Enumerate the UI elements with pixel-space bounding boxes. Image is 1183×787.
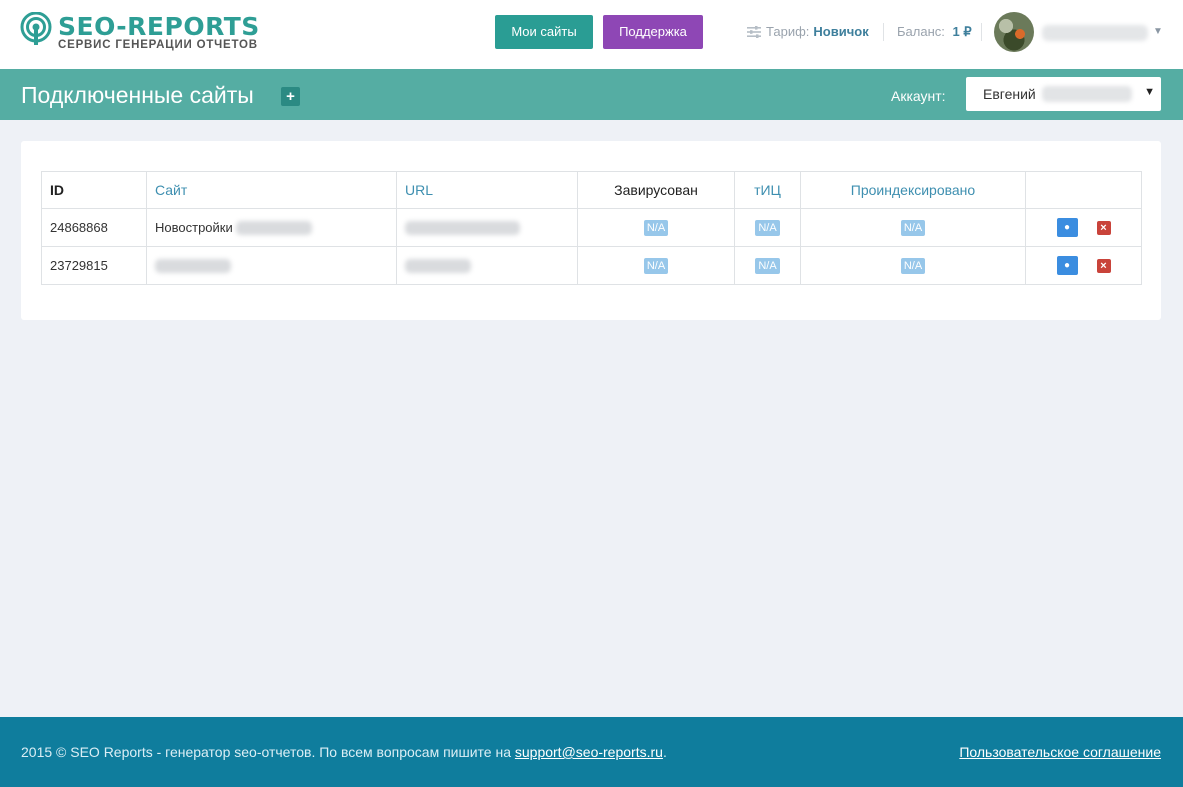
close-icon: ×: [1100, 259, 1107, 272]
na-badge: N/A: [900, 258, 926, 274]
eye-icon: ●: [1063, 260, 1071, 271]
row-infected: N/A: [577, 246, 735, 285]
footer: 2015 © SEO Reports - генератор seo-отчет…: [0, 717, 1183, 787]
view-button[interactable]: ●: [1056, 218, 1078, 237]
balance-value[interactable]: 1 ₽: [953, 24, 972, 39]
row-url: [396, 208, 578, 247]
page-title-bar: Подключенные сайты + Аккаунт: Евгений ▼: [0, 69, 1183, 120]
my-sites-button[interactable]: Мои сайты: [495, 15, 593, 49]
site-name-redacted: [155, 259, 231, 274]
terms-link[interactable]: Пользовательское соглашение: [959, 744, 1161, 760]
sliders-icon: [747, 25, 761, 38]
support-email-link[interactable]: support@seo-reports.ru: [515, 744, 663, 760]
divider: [883, 23, 884, 41]
column-header-tic[interactable]: тИЦ: [734, 171, 801, 209]
caret-down-icon: ▼: [1144, 86, 1155, 98]
column-header-site[interactable]: Сайт: [146, 171, 397, 209]
support-button[interactable]: Поддержка: [603, 15, 703, 49]
table-row: 24868868 Новостройки N/A N/A N/A ● ×: [41, 208, 1142, 247]
row-site: [146, 246, 397, 285]
period: .: [662, 744, 667, 760]
table-row: 23729815 N/A N/A N/A ● ×: [41, 246, 1142, 285]
delete-button[interactable]: ×: [1096, 258, 1111, 273]
avatar[interactable]: [994, 12, 1034, 52]
account-select-value: Евгений: [983, 86, 1036, 102]
logo[interactable]: SEO-REPORTS СЕРВИС ГЕНЕРАЦИИ ОТЧЕТОВ: [20, 12, 260, 51]
balance-info: Баланс: 1 ₽: [897, 24, 972, 40]
row-url: [396, 246, 578, 285]
close-icon: ×: [1100, 221, 1107, 234]
chevron-down-icon[interactable]: ▼: [1153, 26, 1163, 37]
sites-table: ID Сайт URL Завирусован тИЦ Проиндексиро…: [41, 171, 1142, 285]
column-header-infected: Завирусован: [577, 171, 735, 209]
table-header-row: ID Сайт URL Завирусован тИЦ Проиндексиро…: [41, 171, 1142, 209]
divider: [981, 23, 982, 41]
na-badge: N/A: [643, 258, 669, 274]
copyright-text: 2015 © SEO Reports - генератор seo-отчет…: [21, 744, 515, 760]
site-name-redacted: [235, 221, 312, 236]
na-badge: N/A: [755, 258, 780, 274]
na-badge: N/A: [755, 220, 780, 236]
row-id: 23729815: [41, 246, 147, 285]
url-redacted: [405, 259, 471, 274]
eye-icon: ●: [1063, 222, 1071, 233]
site-name: Новостройки: [155, 219, 233, 235]
column-header-actions: [1025, 171, 1142, 209]
user-name-redacted[interactable]: [1042, 25, 1148, 41]
row-infected: N/A: [577, 208, 735, 247]
balance-label: Баланс:: [897, 24, 945, 39]
account-label: Аккаунт:: [891, 88, 946, 104]
account-select[interactable]: Евгений ▼: [966, 77, 1161, 111]
row-actions: ● ×: [1025, 208, 1142, 247]
url-redacted: [405, 221, 520, 236]
page-title: Подключенные сайты: [21, 82, 254, 108]
footer-copyright: 2015 © SEO Reports - генератор seo-отчет…: [21, 744, 667, 760]
sites-panel: ID Сайт URL Завирусован тИЦ Проиндексиро…: [21, 141, 1161, 320]
tariff-label: Тариф:: [766, 24, 810, 39]
row-actions: ● ×: [1025, 246, 1142, 285]
row-id: 24868868: [41, 208, 147, 247]
add-site-button[interactable]: +: [281, 87, 300, 106]
row-indexed: N/A: [800, 208, 1026, 247]
view-button[interactable]: ●: [1056, 256, 1078, 275]
row-tic: N/A: [734, 208, 801, 247]
row-site: Новостройки: [146, 208, 397, 247]
na-badge: N/A: [643, 220, 669, 236]
row-indexed: N/A: [800, 246, 1026, 285]
brand-name: SEO-REPORTS: [58, 12, 260, 41]
plus-icon: +: [286, 88, 295, 105]
tariff-value[interactable]: Новичок: [813, 24, 868, 39]
broadcast-logo-icon: [20, 12, 52, 45]
account-surname-redacted: [1042, 86, 1132, 102]
row-tic: N/A: [734, 246, 801, 285]
top-header: SEO-REPORTS СЕРВИС ГЕНЕРАЦИИ ОТЧЕТОВ Мои…: [0, 0, 1183, 69]
column-header-url[interactable]: URL: [396, 171, 578, 209]
brand-tagline: СЕРВИС ГЕНЕРАЦИИ ОТЧЕТОВ: [58, 39, 258, 51]
delete-button[interactable]: ×: [1096, 220, 1111, 235]
na-badge: N/A: [900, 220, 926, 236]
column-header-indexed[interactable]: Проиндексировано: [800, 171, 1026, 209]
tariff-info: Тариф: Новичок: [747, 24, 869, 39]
column-header-id: ID: [41, 171, 147, 209]
